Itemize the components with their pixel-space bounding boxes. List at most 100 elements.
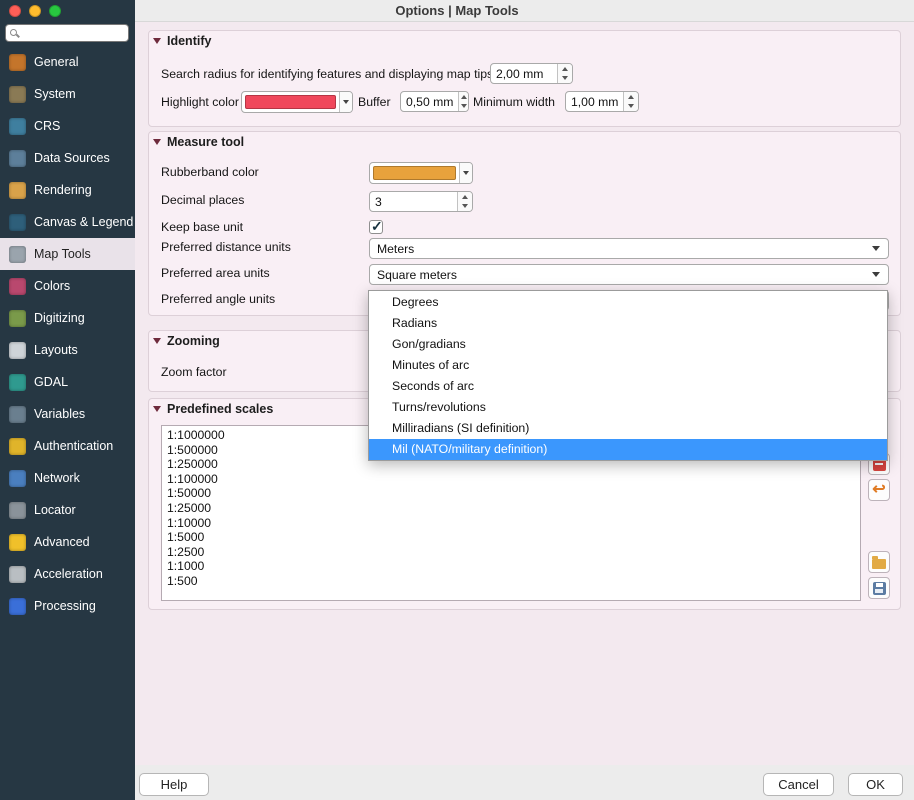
- stepper-up-icon[interactable]: [558, 64, 572, 74]
- angle-option-degrees[interactable]: Degrees: [369, 291, 887, 312]
- search-radius-spinbox[interactable]: 2,00 mm: [490, 63, 573, 84]
- chip-icon: [9, 566, 26, 583]
- scale-item[interactable]: 1:100000: [162, 472, 860, 487]
- import-scales-button[interactable]: [868, 551, 890, 573]
- map-icon: [9, 214, 26, 231]
- angle-option-gon-gradians[interactable]: Gon/gradians: [369, 333, 887, 354]
- zooming-section-header[interactable]: Zooming: [153, 334, 220, 348]
- scale-item[interactable]: 1:2500: [162, 545, 860, 560]
- network-icon: [9, 470, 26, 487]
- sidebar-item-acceleration[interactable]: Acceleration: [0, 558, 135, 590]
- scale-item[interactable]: 1:10000: [162, 516, 860, 531]
- titlebar: [135, 0, 914, 22]
- sidebar-item-network[interactable]: Network: [0, 462, 135, 494]
- sidebar-item-rendering[interactable]: Rendering: [0, 174, 135, 206]
- minimum-width-spinbox[interactable]: 1,00 mm: [565, 91, 639, 112]
- decimal-places-stepper[interactable]: [457, 192, 472, 211]
- highlight-color-button[interactable]: [241, 91, 353, 113]
- preferred-area-units-combobox[interactable]: Square meters: [369, 264, 889, 285]
- minimum-width-stepper[interactable]: [623, 92, 638, 111]
- angle-option-minutes-of-arc[interactable]: Minutes of arc: [369, 354, 887, 375]
- minimum-width-value[interactable]: 1,00 mm: [566, 92, 623, 111]
- restore-default-scales-button[interactable]: [868, 479, 890, 501]
- sidebar-search-box[interactable]: [5, 24, 129, 42]
- angle-option-label: Seconds of arc: [392, 379, 474, 393]
- angle-option-label: Degrees: [392, 295, 438, 309]
- sidebar-item-variables[interactable]: Variables: [0, 398, 135, 430]
- sidebar-item-canvas-legend[interactable]: Canvas & Legend: [0, 206, 135, 238]
- stepper-down-icon[interactable]: [558, 74, 572, 84]
- scale-item[interactable]: 1:50000: [162, 486, 860, 501]
- sidebar-item-authentication[interactable]: Authentication: [0, 430, 135, 462]
- section-title: Predefined scales: [167, 402, 273, 416]
- angle-option-radians[interactable]: Radians: [369, 312, 887, 333]
- preferred-distance-units-label: Preferred distance units: [161, 240, 291, 255]
- preferred-angle-units-label: Preferred angle units: [161, 292, 275, 307]
- sidebar-item-colors[interactable]: Colors: [0, 270, 135, 302]
- sidebar-item-locator[interactable]: Locator: [0, 494, 135, 526]
- sidebar-item-label: Digitizing: [34, 311, 85, 325]
- chevron-down-icon[interactable]: [459, 163, 472, 183]
- stepper-up-icon[interactable]: [458, 192, 472, 202]
- rubberband-color-label: Rubberband color: [161, 165, 259, 180]
- sidebar-item-gdal[interactable]: GDAL: [0, 366, 135, 398]
- sidebar-item-advanced[interactable]: Advanced: [0, 526, 135, 558]
- collapse-triangle-icon: [153, 38, 161, 44]
- stepper-down-icon[interactable]: [458, 202, 472, 212]
- sidebar-item-general[interactable]: General: [0, 46, 135, 78]
- export-scales-button[interactable]: [868, 577, 890, 599]
- angle-option-seconds-of-arc[interactable]: Seconds of arc: [369, 376, 887, 397]
- stepper-up-icon[interactable]: [624, 92, 638, 102]
- search-radius-stepper[interactable]: [557, 64, 572, 83]
- sidebar-item-label: Authentication: [34, 439, 113, 453]
- ok-button[interactable]: OK: [848, 773, 903, 796]
- cancel-button[interactable]: Cancel: [763, 773, 834, 796]
- database-icon: [9, 150, 26, 167]
- sidebar-item-map-tools[interactable]: Map Tools: [0, 238, 135, 270]
- sidebar-item-layouts[interactable]: Layouts: [0, 334, 135, 366]
- wrench-icon: [9, 54, 26, 71]
- scale-item[interactable]: 1:5000: [162, 530, 860, 545]
- stepper-down-icon[interactable]: [459, 102, 468, 112]
- angle-option-milliradians-si-definition[interactable]: Milliradians (SI definition): [369, 418, 887, 439]
- preferred-distance-units-combobox[interactable]: Meters: [369, 238, 889, 259]
- stepper-down-icon[interactable]: [624, 102, 638, 112]
- scale-item[interactable]: 1:500: [162, 574, 860, 589]
- area-units-value: Square meters: [377, 268, 457, 282]
- measure-tool-section-header[interactable]: Measure tool: [153, 135, 244, 149]
- keep-base-unit-checkbox[interactable]: [369, 220, 383, 234]
- identify-section-header[interactable]: Identify: [153, 34, 211, 48]
- sidebar-item-processing[interactable]: Processing: [0, 590, 135, 622]
- section-title: Identify: [167, 34, 211, 48]
- decimal-places-spinbox[interactable]: 3: [369, 191, 473, 212]
- chevron-down-icon[interactable]: [339, 92, 352, 112]
- sidebar-item-data-sources[interactable]: Data Sources: [0, 142, 135, 174]
- buffer-value[interactable]: 0,50 mm: [401, 92, 458, 111]
- measure-tool-section: Measure tool Rubberband color Decimal pl…: [148, 131, 901, 316]
- angle-option-label: Mil (NATO/military definition): [392, 442, 547, 456]
- buffer-stepper[interactable]: [458, 92, 468, 111]
- collapse-triangle-icon: [153, 139, 161, 145]
- sidebar-item-system[interactable]: System: [0, 78, 135, 110]
- search-radius-value[interactable]: 2,00 mm: [491, 64, 557, 83]
- sidebar-item-label: Colors: [34, 279, 70, 293]
- zoom-button[interactable]: [49, 5, 61, 17]
- predefined-scales-section-header[interactable]: Predefined scales: [153, 402, 273, 416]
- help-button[interactable]: Help: [139, 773, 209, 796]
- rubberband-color-button[interactable]: [369, 162, 473, 184]
- angle-option-turns-revolutions[interactable]: Turns/revolutions: [369, 397, 887, 418]
- minimize-button[interactable]: [29, 5, 41, 17]
- sidebar-search-input[interactable]: [22, 26, 126, 40]
- angle-option-mil-nato-military-definition[interactable]: Mil (NATO/military definition): [369, 439, 887, 460]
- sidebar-item-crs[interactable]: CRS: [0, 110, 135, 142]
- stepper-up-icon[interactable]: [459, 92, 468, 102]
- sidebar-item-label: General: [34, 55, 78, 69]
- buffer-spinbox[interactable]: 0,50 mm: [400, 91, 469, 112]
- buffer-label: Buffer: [358, 95, 391, 110]
- close-button[interactable]: [9, 5, 21, 17]
- decimal-places-value[interactable]: 3: [370, 192, 457, 211]
- sidebar-item-digitizing[interactable]: Digitizing: [0, 302, 135, 334]
- scale-item[interactable]: 1:1000: [162, 559, 860, 574]
- folder-icon: [872, 559, 886, 569]
- scale-item[interactable]: 1:25000: [162, 501, 860, 516]
